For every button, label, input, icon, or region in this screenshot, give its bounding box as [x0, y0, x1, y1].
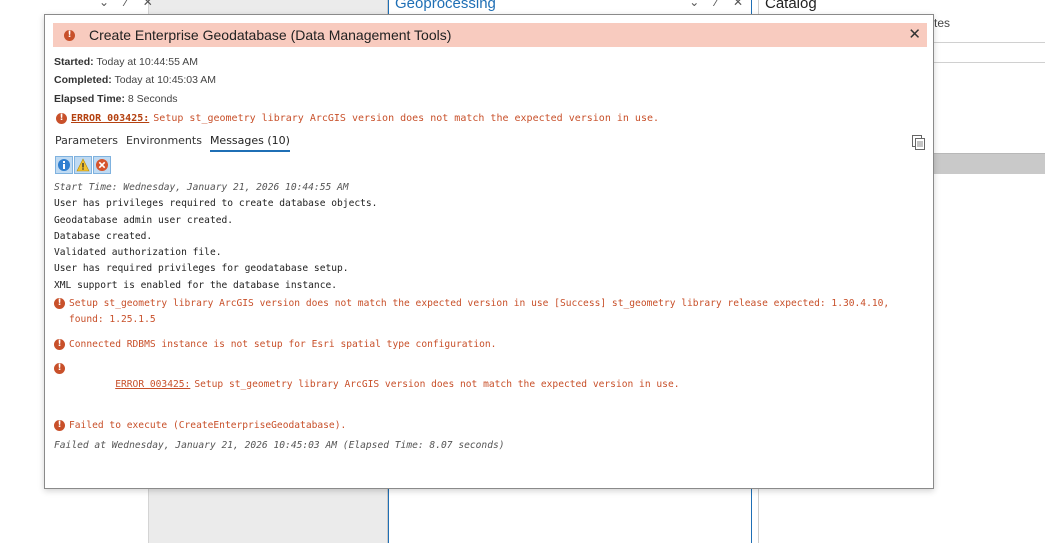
error-filter-button[interactable]	[93, 156, 111, 174]
tab-parameters[interactable]: Parameters	[55, 134, 118, 152]
catalog-partial-label: tes	[934, 16, 951, 30]
error-banner: ! Create Enterprise Geodatabase (Data Ma…	[53, 23, 927, 47]
catalog-divider	[934, 62, 1045, 63]
error-message-text: Connected RDBMS instance is not setup fo…	[69, 338, 497, 350]
tab-messages[interactable]: Messages (10)	[209, 134, 290, 152]
copy-icon[interactable]	[912, 135, 925, 150]
error-code-link[interactable]: ERROR 003425:	[115, 379, 190, 390]
pane-controls[interactable]: ⌄ ⁄ ✕	[99, 0, 159, 9]
catalog-divider	[934, 42, 1045, 43]
error-x-icon	[96, 159, 108, 171]
result-tabs: Parameters Environments Messages (10)	[55, 134, 298, 152]
error-message: ! Connected RDBMS instance is not setup …	[54, 337, 914, 353]
elapsed-row: Elapsed Time: 8 Seconds	[54, 93, 178, 105]
catalog-selection-bar	[934, 153, 1045, 174]
message-line: Validated authorization file.	[54, 247, 222, 259]
completed-row: Completed: Today at 10:45:03 AM	[54, 74, 216, 86]
error-circle-icon: !	[54, 298, 65, 310]
summary-error-text: Setup st_geometry library ArcGIS version…	[153, 113, 660, 124]
error-circle-icon: !	[56, 113, 67, 124]
warning-icon	[76, 158, 90, 172]
gp-pane-controls[interactable]: ⌄ ⁄ ✕	[689, 0, 749, 9]
tab-environments[interactable]: Environments	[126, 134, 202, 152]
warning-filter-button[interactable]	[74, 156, 92, 174]
dialog-title: Create Enterprise Geodatabase (Data Mana…	[89, 27, 452, 43]
error-circle-icon: !	[54, 338, 65, 350]
messages-list: Start Time: Wednesday, January 21, 2026 …	[54, 180, 914, 454]
message-filters	[55, 156, 111, 174]
catalog-pane-title: Catalog	[765, 0, 817, 12]
elapsed-label: Elapsed Time:	[54, 93, 125, 105]
message-line: Failed at Wednesday, January 21, 2026 10…	[54, 440, 505, 452]
error-code-link[interactable]: ERROR 003425:	[71, 113, 149, 124]
error-circle-icon: !	[54, 419, 65, 431]
started-label: Started:	[54, 56, 94, 68]
error-message: ! Failed to execute (CreateEnterpriseGeo…	[54, 418, 914, 434]
elapsed-value: 8 Seconds	[127, 93, 178, 105]
started-row: Started: Today at 10:44:55 AM	[54, 56, 198, 68]
message-line: Geodatabase admin user created.	[54, 214, 234, 226]
error-message-text: Failed to execute (CreateEnterpriseGeoda…	[69, 419, 347, 431]
info-icon	[58, 159, 70, 171]
completed-value: Today at 10:45:03 AM	[114, 74, 217, 86]
message-line: XML support is enabled for the database …	[54, 279, 338, 291]
message-line: Database created.	[54, 230, 153, 242]
message-line: User has privileges required to create d…	[54, 198, 378, 210]
summary-error: ! ERROR 003425: Setup st_geometry librar…	[56, 113, 659, 124]
error-message: ! ERROR 003425: Setup st_geometry library…	[54, 361, 914, 410]
error-message-text: Setup st_geometry library ArcGIS version…	[69, 298, 895, 326]
error-message: ! Setup st_geometry library ArcGIS versi…	[54, 296, 914, 329]
error-message-text: Setup st_geometry library ArcGIS version…	[194, 379, 680, 391]
error-circle-icon: !	[54, 362, 65, 374]
tool-result-dialog: ! Create Enterprise Geodatabase (Data Ma…	[44, 14, 934, 489]
close-button[interactable]: ✕	[908, 25, 921, 43]
completed-label: Completed:	[54, 74, 112, 86]
started-value: Today at 10:44:55 AM	[96, 56, 198, 68]
error-circle-icon: !	[64, 29, 75, 41]
message-line: User has required privileges for geodata…	[54, 263, 349, 275]
message-line: Start Time: Wednesday, January 21, 2026 …	[54, 182, 349, 193]
info-filter-button[interactable]	[55, 156, 73, 174]
geoprocessing-pane-title: Geoprocessing	[395, 0, 496, 12]
